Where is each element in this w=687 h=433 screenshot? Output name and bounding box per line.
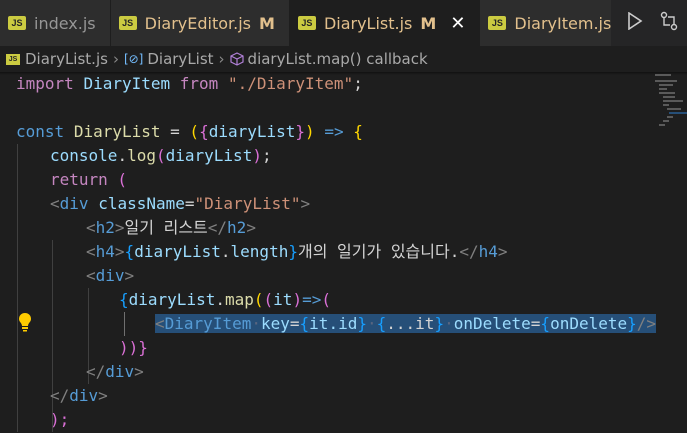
javascript-file-icon: JS [118,16,137,30]
code-line: <h2>일기 리스트</h2> [86,218,256,237]
code-line-selected: <DiaryItem·key={it.id}·{...it}·onDelete=… [155,314,657,333]
modified-indicator: M [420,13,437,33]
breadcrumb: JS DiaryList.js › [⊘] DiaryList › diaryL… [0,46,687,72]
code-line: {diaryList.map((it)=>( [119,290,331,309]
code-line: return ( [50,170,128,189]
tab-index-js[interactable]: JS index.js [0,0,111,46]
indent-guide-active [124,312,125,336]
code-line: console.log(diaryList); [50,146,272,165]
symbol-namespace-icon: [⊘] [123,52,144,66]
code-line: <div className="DiaryList"> [50,194,311,213]
tab-label: DiaryItem.js [514,13,612,33]
javascript-file-icon: JS [6,53,20,65]
code-line: ))} [119,338,148,357]
code-editor[interactable]: import DiaryItem from "./DiaryItem"; con… [0,72,687,433]
run-icon[interactable] [627,11,643,35]
code-line: import DiaryItem from "./DiaryItem"; [16,74,363,93]
indent-guide [17,144,18,432]
code-line: <h4>{diaryList.length}개의 일기가 있습니다.</h4> [86,242,508,261]
editor-actions [611,0,687,46]
tab-label: DiaryEditor.js [144,13,252,33]
tab-label: DiaryList.js [323,13,413,33]
close-icon[interactable]: ✕ [450,13,465,34]
code-line: <div> [86,266,135,285]
tab-diaryeditor-js[interactable]: JS DiaryEditor.js M [110,0,290,46]
code-line: </div> [50,386,108,405]
tab-diaryitem-js[interactable]: JS DiaryItem.js [480,0,627,46]
javascript-file-icon: JS [488,16,507,30]
breadcrumb-file[interactable]: DiaryList.js [25,50,108,68]
editor-tab-bar: JS index.js JS DiaryEditor.js M JS Diary… [0,0,687,46]
breadcrumb-symbol[interactable]: DiaryList [147,50,213,68]
modified-indicator: M [259,13,275,33]
compare-changes-icon[interactable] [659,11,679,36]
code-line: const DiaryList = ({diaryList}) => { [16,122,363,141]
javascript-file-icon: JS [8,16,26,30]
tab-label: index.js [34,13,96,33]
minimap[interactable] [651,72,687,132]
javascript-file-icon: JS [297,16,316,30]
chevron-right-icon: › [218,50,225,68]
code-line: ); [50,410,70,429]
tab-diarylist-js[interactable]: JS DiaryList.js M ✕ [289,0,481,46]
lightbulb-icon[interactable] [18,312,32,332]
chevron-right-icon: › [112,50,119,68]
breadcrumb-callback[interactable]: diaryList.map() callback [248,50,428,68]
symbol-method-icon [229,50,244,68]
code-line: </div> [86,362,144,381]
